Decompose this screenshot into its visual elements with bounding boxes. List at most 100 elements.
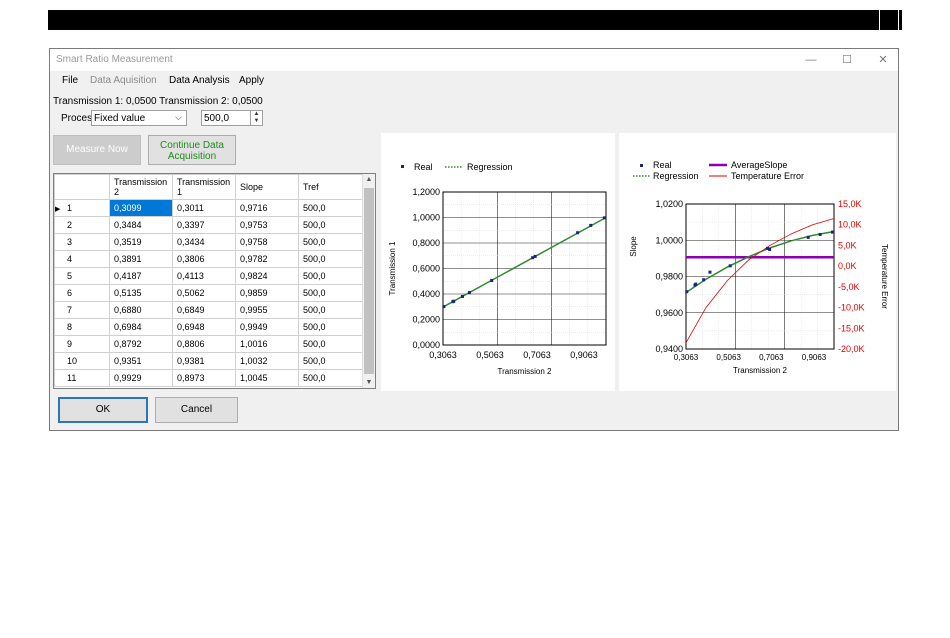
value-spinner[interactable]: 500,0 ▲ ▼ (201, 110, 263, 126)
cell-slope[interactable]: 0,9758 (235, 233, 299, 251)
y2-tick-label: 15,0K (838, 199, 862, 209)
cell-transmission-1[interactable]: 0,6849 (172, 301, 236, 319)
legend-real-label: Real (414, 162, 433, 172)
y-tick-label: 0,0000 (412, 340, 440, 350)
cell-tref[interactable]: 500,0 (298, 352, 365, 370)
cell-tref[interactable]: 500,0 (298, 216, 365, 234)
cell-transmission-2[interactable]: 0,5135 (109, 284, 173, 302)
table-row[interactable]: 6 0,5135 0,5062 0,9859 500,0 (54, 284, 365, 302)
row-number: 6 (54, 284, 110, 302)
cell-slope[interactable]: 0,9955 (235, 301, 299, 319)
table-row[interactable]: 9 0,8792 0,8806 1,0016 500,0 (54, 335, 365, 353)
cell-slope[interactable]: 0,9824 (235, 267, 299, 285)
cell-tref[interactable]: 500,0 (298, 284, 365, 302)
cell-transmission-1[interactable]: 0,4113 (172, 267, 236, 285)
cell-transmission-2[interactable]: 0,6984 (109, 318, 173, 336)
scroll-down-icon[interactable]: ▼ (363, 379, 375, 386)
cell-tref[interactable]: 500,0 (298, 267, 365, 285)
cell-transmission-2[interactable]: 0,6880 (109, 301, 173, 319)
cell-tref[interactable]: 500,0 (298, 301, 365, 319)
maximize-button[interactable]: ☐ (838, 52, 856, 68)
cell-slope[interactable]: 0,9716 (235, 199, 299, 217)
chevron-down-icon: ⌵ (175, 112, 182, 122)
scrollbar-thumb[interactable] (364, 188, 374, 374)
col-header-tref[interactable]: Tref (298, 174, 365, 200)
cell-tref[interactable]: 500,0 (298, 233, 365, 251)
cell-transmission-1[interactable]: 0,3806 (172, 250, 236, 268)
continue-label-line1: Continue Data (160, 140, 224, 151)
legend-real-marker (640, 164, 643, 167)
cancel-button[interactable]: Cancel (155, 397, 238, 423)
cell-slope[interactable]: 1,0032 (235, 352, 299, 370)
row-number: 11 (54, 369, 110, 387)
cell-slope[interactable]: 0,9859 (235, 284, 299, 302)
transmission-chart-svg: Real Regression 0,0000 0,2000 0,4000 0,6000 0,… (388, 162, 607, 376)
cell-tref[interactable]: 500,0 (298, 369, 365, 387)
menu-data-aquisition[interactable]: Data Aquisition (90, 75, 157, 86)
bar-divider (879, 10, 880, 30)
measure-now-button[interactable]: Measure Now (F12) (53, 135, 141, 183)
cell-transmission-1[interactable]: 0,3011 (172, 199, 236, 217)
col-header-transmission-2[interactable]: Transmission 2 (109, 174, 173, 200)
table-row[interactable]: 3 0,3519 0,3434 0,9758 500,0 (54, 233, 365, 251)
cell-transmission-1[interactable]: 0,5062 (172, 284, 236, 302)
cell-transmission-2[interactable]: 0,3891 (109, 250, 173, 268)
table-header-row: Transmission 2 Transmission 1 Slope Tref (54, 174, 365, 200)
cell-transmission-2[interactable]: 0,3519 (109, 233, 173, 251)
cell-transmission-2[interactable]: 0,9351 (109, 352, 173, 370)
cell-transmission-2[interactable]: 0,8792 (109, 335, 173, 353)
cell-tref[interactable]: 500,0 (298, 318, 365, 336)
close-button[interactable]: ✕ (874, 52, 892, 68)
table-row[interactable]: 4 0,3891 0,3806 0,9782 500,0 (54, 250, 365, 268)
menu-apply[interactable]: Apply (239, 75, 264, 86)
cell-transmission-1[interactable]: 0,3434 (172, 233, 236, 251)
menu-data-analysis[interactable]: Data Analysis (169, 75, 230, 86)
ok-button[interactable]: OK (58, 397, 148, 423)
cell-transmission-2[interactable]: 0,3099 (109, 199, 173, 217)
y-tick-label: 0,9600 (655, 308, 683, 318)
continue-acquisition-button[interactable]: Continue Data Acquisition (148, 135, 236, 165)
data-point (694, 282, 698, 286)
y-tick-label: 0,6000 (412, 264, 440, 274)
cell-slope[interactable]: 1,0045 (235, 369, 299, 387)
table-row[interactable]: 10 0,9351 0,9381 1,0032 500,0 (54, 352, 365, 370)
cell-transmission-1[interactable]: 0,3397 (172, 216, 236, 234)
cell-transmission-2[interactable]: 0,4187 (109, 267, 173, 285)
col-header-slope[interactable]: Slope (235, 174, 299, 200)
cell-transmission-1[interactable]: 0,9381 (172, 352, 236, 370)
cell-transmission-2[interactable]: 0,3484 (109, 216, 173, 234)
legend-regression-label: Regression (653, 171, 699, 181)
title-bar: Smart Ratio Measurement — ☐ ✕ (50, 49, 898, 71)
table-row[interactable]: 8 0,6984 0,6948 0,9949 500,0 (54, 318, 365, 336)
process-select[interactable]: Fixed value ⌵ (91, 110, 187, 126)
cell-tref[interactable]: 500,0 (298, 250, 365, 268)
menu-file[interactable]: File (62, 75, 78, 86)
minimize-button[interactable]: — (802, 52, 820, 68)
spinner-arrows-icon[interactable]: ▲ ▼ (250, 111, 262, 125)
measurement-table[interactable]: Transmission 2 Transmission 1 Slope Tref… (53, 173, 376, 389)
data-point (576, 231, 580, 235)
cell-slope[interactable]: 0,9753 (235, 216, 299, 234)
table-row[interactable]: 11 0,9929 0,8973 1,0045 500,0 (54, 369, 365, 387)
cell-slope[interactable]: 0,9949 (235, 318, 299, 336)
cell-slope[interactable]: 0,9782 (235, 250, 299, 268)
y2-tick-label: -5,0K (838, 282, 860, 292)
table-row[interactable]: 5 0,4187 0,4113 0,9824 500,0 (54, 267, 365, 285)
legend-temperature-label: Temperature Error (731, 171, 804, 181)
table-scrollbar[interactable]: ▲ ▼ (362, 174, 375, 388)
cell-transmission-1[interactable]: 0,6948 (172, 318, 236, 336)
col-header-transmission-1[interactable]: Transmission 1 (172, 174, 236, 200)
cell-tref[interactable]: 500,0 (298, 335, 365, 353)
x-tick-label: 0,3063 (429, 350, 457, 360)
table-row[interactable]: 2 0,3484 0,3397 0,9753 500,0 (54, 216, 365, 234)
cell-transmission-1[interactable]: 0,8806 (172, 335, 236, 353)
table-row[interactable]: 7 0,6880 0,6849 0,9955 500,0 (54, 301, 365, 319)
row-number: 10 (54, 352, 110, 370)
cell-transmission-2[interactable]: 0,9929 (109, 369, 173, 387)
cell-slope[interactable]: 1,0016 (235, 335, 299, 353)
table-row[interactable]: ▶ 1 0,3099 0,3011 0,9716 500,0 (54, 199, 365, 217)
cell-transmission-1[interactable]: 0,8973 (172, 369, 236, 387)
data-point (702, 278, 706, 282)
scroll-up-icon[interactable]: ▲ (363, 176, 375, 183)
cell-tref[interactable]: 500,0 (298, 199, 365, 217)
